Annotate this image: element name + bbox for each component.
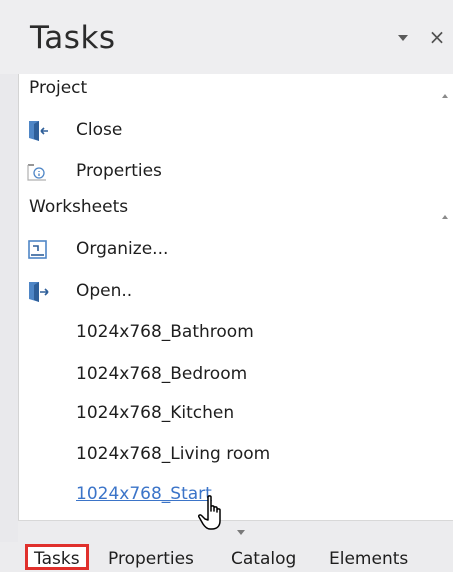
dropdown-arrow-icon[interactable] [396,32,410,44]
task-organize[interactable]: Organize... [19,232,439,266]
task-label: Properties [76,161,162,181]
panel-tabs: Tasks Properties Catalog Elements [0,542,453,572]
worksheet-label: 1024x768_Kitchen [76,403,235,423]
tab-elements[interactable]: Elements [329,548,408,570]
collapse-arrow-icon[interactable] [440,91,450,101]
close-icon: × [428,25,446,49]
section-header-project: Project [29,78,88,98]
task-list: Project Close Properties Worksheets Orga… [18,74,453,520]
worksheet-item-bathroom[interactable]: 1024x768_Bathroom [19,315,439,349]
collapse-arrow-icon[interactable] [440,212,450,222]
task-label: Organize... [76,239,169,259]
close-document-icon [29,121,48,141]
organize-icon [28,240,47,259]
close-panel-button[interactable]: × [427,26,447,48]
properties-icon [27,164,46,181]
worksheet-label: 1024x768_Bedroom [76,364,248,384]
tab-properties[interactable]: Properties [108,548,194,570]
section-header-worksheets: Worksheets [29,197,129,217]
tab-tasks[interactable]: Tasks [25,544,89,570]
worksheet-label: 1024x768_Bathroom [76,322,254,342]
worksheet-item-living-room[interactable]: 1024x768_Living room [19,437,439,471]
tasks-panel: Tasks × Project Close Properties Workshe… [0,0,453,572]
open-document-icon [29,282,49,302]
worksheet-item-kitchen[interactable]: 1024x768_Kitchen [19,396,439,430]
worksheet-item-bedroom[interactable]: 1024x768_Bedroom [19,357,439,391]
scroll-strip [18,520,453,542]
worksheet-item-start[interactable]: 1024x768_Start [19,477,439,511]
task-close[interactable]: Close [19,113,439,147]
panel-title-bar: Tasks × [0,0,453,74]
panel-title: Tasks [30,20,116,56]
task-label: Close [76,120,123,140]
worksheet-label-link: 1024x768_Start [76,484,212,504]
worksheet-label: 1024x768_Living room [76,444,271,464]
tab-catalog[interactable]: Catalog [231,548,296,570]
scroll-down-arrow-icon[interactable] [236,528,246,536]
task-properties[interactable]: Properties [19,154,439,188]
task-label: Open.. [76,281,133,301]
task-open[interactable]: Open.. [19,274,439,308]
